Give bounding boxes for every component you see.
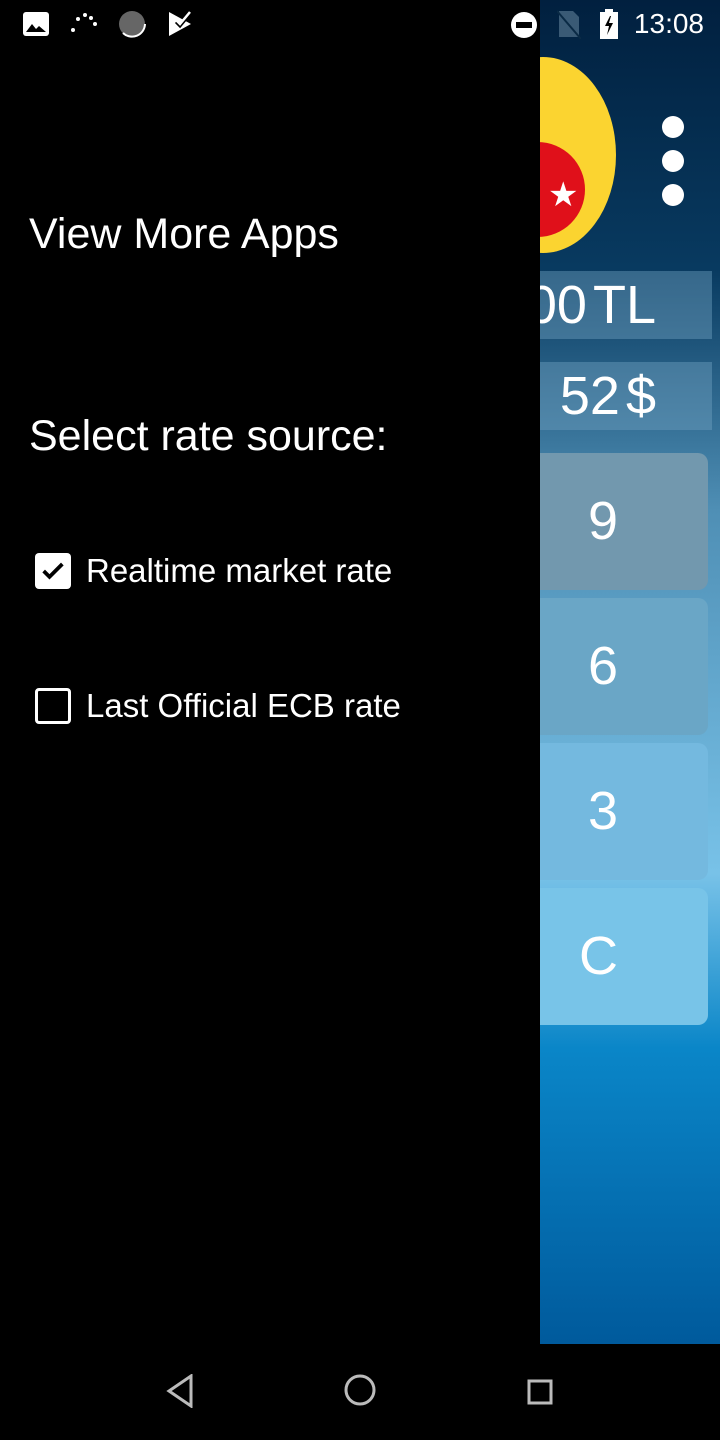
clock: 13:08 [633, 8, 704, 39]
lira-unit: TL [592, 275, 656, 335]
ecb-rate-label: Last Official ECB rate [86, 687, 401, 724]
checkbox-checked-icon[interactable] [35, 553, 71, 589]
progress-circle-icon [119, 11, 146, 38]
navigation-bar [0, 1344, 720, 1440]
dollar-value: 52 [559, 366, 620, 426]
view-more-apps-link[interactable]: View More Apps [29, 210, 339, 259]
navigation-drawer: View More Apps Select rate source: Realt… [0, 0, 540, 1344]
battery-charging-icon [600, 9, 618, 39]
image-icon [23, 12, 49, 36]
back-icon[interactable] [166, 1374, 194, 1408]
status-bar: 13:08 [0, 0, 720, 48]
rate-source-heading: Select rate source: [29, 412, 388, 460]
dollar-unit: $ [625, 366, 656, 426]
no-sim-icon [557, 10, 581, 39]
checkbox-unchecked-icon[interactable] [35, 688, 71, 724]
recents-icon[interactable] [527, 1379, 553, 1405]
play-store-check-icon [169, 11, 192, 36]
home-icon[interactable] [344, 1374, 376, 1406]
realtime-rate-option[interactable]: Realtime market rate [35, 552, 392, 590]
do-not-disturb-icon [511, 12, 537, 38]
ecb-rate-option[interactable]: Last Official ECB rate [35, 687, 401, 725]
loading-dots-icon [71, 13, 97, 32]
overflow-menu-button[interactable] [662, 116, 684, 218]
realtime-rate-label: Realtime market rate [86, 552, 393, 589]
